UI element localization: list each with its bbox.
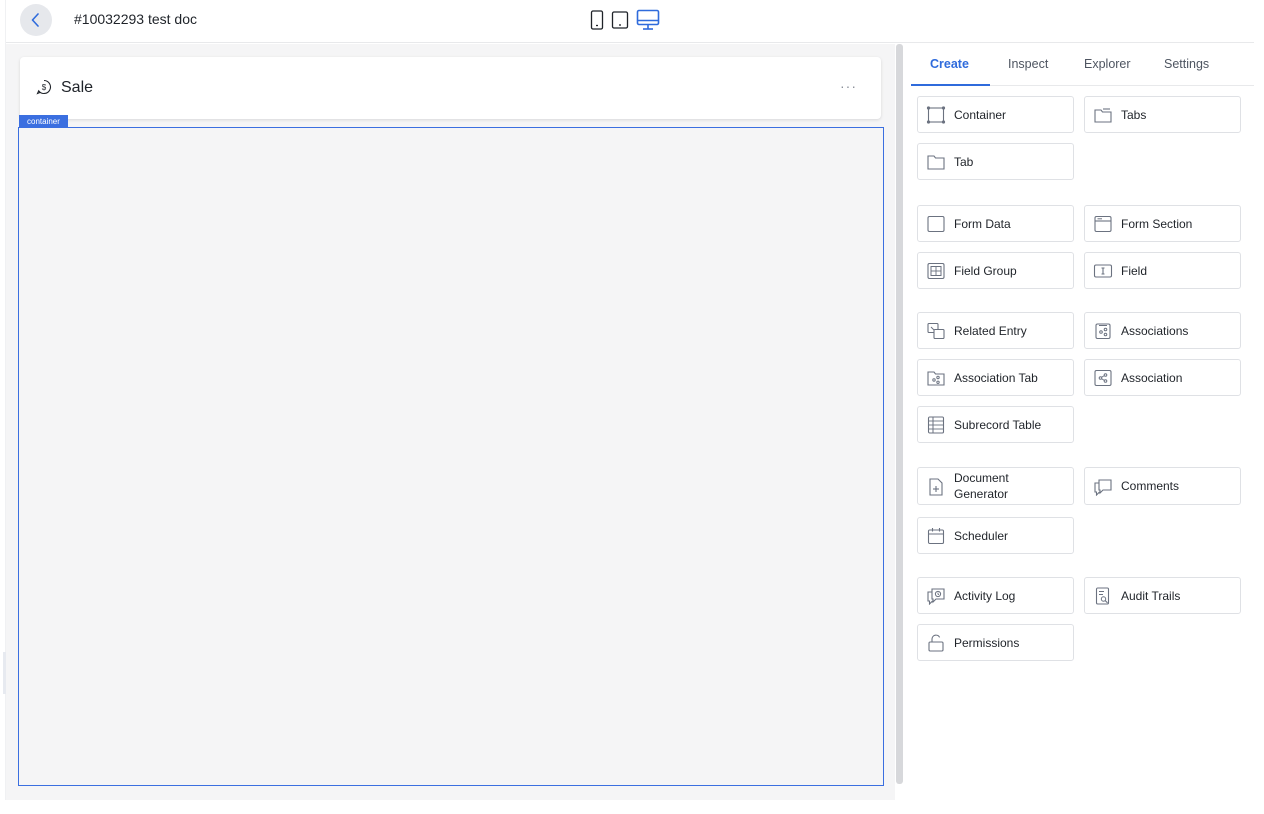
component-label: Related Entry: [954, 323, 1027, 338]
record-header-card[interactable]: $ Sale ···: [20, 57, 881, 119]
record-title: Sale: [61, 79, 94, 96]
comments-icon: [1093, 478, 1113, 496]
tab-explorer[interactable]: Explorer: [1084, 57, 1131, 71]
calendar-icon: [926, 527, 946, 545]
component-label: Associations: [1121, 323, 1189, 338]
form-data-icon: [926, 215, 946, 233]
desktop-icon: [636, 9, 660, 30]
component-label: Tabs: [1121, 107, 1147, 122]
component-label: Comments: [1121, 479, 1180, 493]
component-label: Association Tab: [954, 370, 1038, 385]
component-label: Tab: [954, 154, 974, 169]
field-group-icon: [926, 262, 946, 280]
back-button[interactable]: [20, 4, 52, 36]
component-audit-trails[interactable]: Audit Trails: [1084, 577, 1241, 614]
component-tabs[interactable]: Tabs: [1084, 96, 1241, 133]
top-bar: #10032293 test doc: [6, 0, 1254, 43]
component-comments[interactable]: Comments: [1084, 467, 1241, 505]
phone-icon: [590, 10, 604, 30]
component-field-group[interactable]: Field Group: [917, 252, 1074, 289]
component-label: Subrecord Table: [954, 417, 1042, 432]
container-tag: container: [19, 115, 68, 128]
component-container[interactable]: Container: [917, 96, 1074, 133]
component-label: Scheduler: [954, 528, 1009, 543]
component-document-generator[interactable]: Document Generator: [917, 467, 1074, 505]
component-label: Form Section: [1121, 216, 1193, 231]
tab-create[interactable]: Create: [930, 57, 969, 71]
component-form-data[interactable]: Form Data: [917, 205, 1074, 242]
component-label-line2: Generator: [954, 487, 1009, 501]
component-subrecord-table[interactable]: Subrecord Table: [917, 406, 1074, 443]
component-label: Form Data: [954, 216, 1011, 231]
component-permissions[interactable]: Permissions: [917, 624, 1074, 661]
component-form-section[interactable]: Form Section: [1084, 205, 1241, 242]
component-label: Field Group: [954, 263, 1017, 278]
component-label: Association: [1121, 370, 1183, 385]
chevron-left-icon: [31, 13, 39, 27]
container-drop-zone[interactable]: [18, 127, 884, 786]
right-panel: Create Inspect Explorer Settings Contain…: [903, 44, 1254, 800]
audit-trails-icon: [1093, 587, 1113, 605]
component-association[interactable]: Association: [1084, 359, 1241, 396]
component-label: Field: [1121, 263, 1148, 278]
tab-settings[interactable]: Settings: [1164, 57, 1209, 71]
component-label: Document Generator: [954, 470, 1009, 502]
document-generator-icon: [926, 478, 946, 496]
subrecord-table-icon: [926, 416, 946, 434]
associations-icon: [1093, 322, 1113, 340]
activity-log-icon: [926, 587, 946, 605]
component-field[interactable]: Field: [1084, 252, 1241, 289]
related-entry-icon: [926, 322, 946, 340]
component-activity-log[interactable]: Activity Log: [917, 577, 1074, 614]
association-icon: [1093, 369, 1113, 387]
desktop-view-button[interactable]: [636, 8, 660, 32]
field-icon: [1093, 262, 1113, 280]
component-label: Permissions: [954, 635, 1020, 650]
container-icon: [926, 106, 946, 124]
association-tab-icon: [926, 369, 946, 387]
component-association-tab[interactable]: Association Tab: [917, 359, 1074, 396]
device-switcher: [590, 8, 660, 32]
phone-view-button[interactable]: [590, 8, 604, 32]
component-related-entry[interactable]: Related Entry: [917, 312, 1074, 349]
panel-tabs: Create Inspect Explorer Settings: [911, 44, 1254, 86]
dollar-chat-icon: $: [36, 79, 52, 95]
document-title: #10032293 test doc: [74, 11, 197, 27]
more-options-button[interactable]: ···: [840, 78, 857, 94]
panel-resize-handle[interactable]: [896, 44, 903, 784]
component-associations[interactable]: Associations: [1084, 312, 1241, 349]
layout-canvas: $ Sale ··· container: [6, 44, 895, 800]
component-tab[interactable]: Tab: [917, 143, 1074, 180]
active-tab-indicator: [911, 84, 990, 86]
tablet-view-button[interactable]: [611, 8, 629, 32]
form-section-icon: [1093, 215, 1113, 233]
tablet-icon: [611, 11, 629, 29]
tab-icon: [926, 153, 946, 171]
component-label: Container: [954, 107, 1007, 122]
component-label: Audit Trails: [1121, 588, 1181, 603]
tabs-icon: [1093, 106, 1113, 124]
component-scheduler[interactable]: Scheduler: [917, 517, 1074, 554]
tab-inspect[interactable]: Inspect: [1008, 57, 1048, 71]
unlock-icon: [926, 634, 946, 652]
app-root: #10032293 test doc $ Sale ··· container …: [0, 0, 1264, 814]
component-label-line1: Document: [954, 471, 1009, 485]
svg-text:$: $: [42, 83, 47, 92]
component-label: Activity Log: [954, 588, 1016, 603]
